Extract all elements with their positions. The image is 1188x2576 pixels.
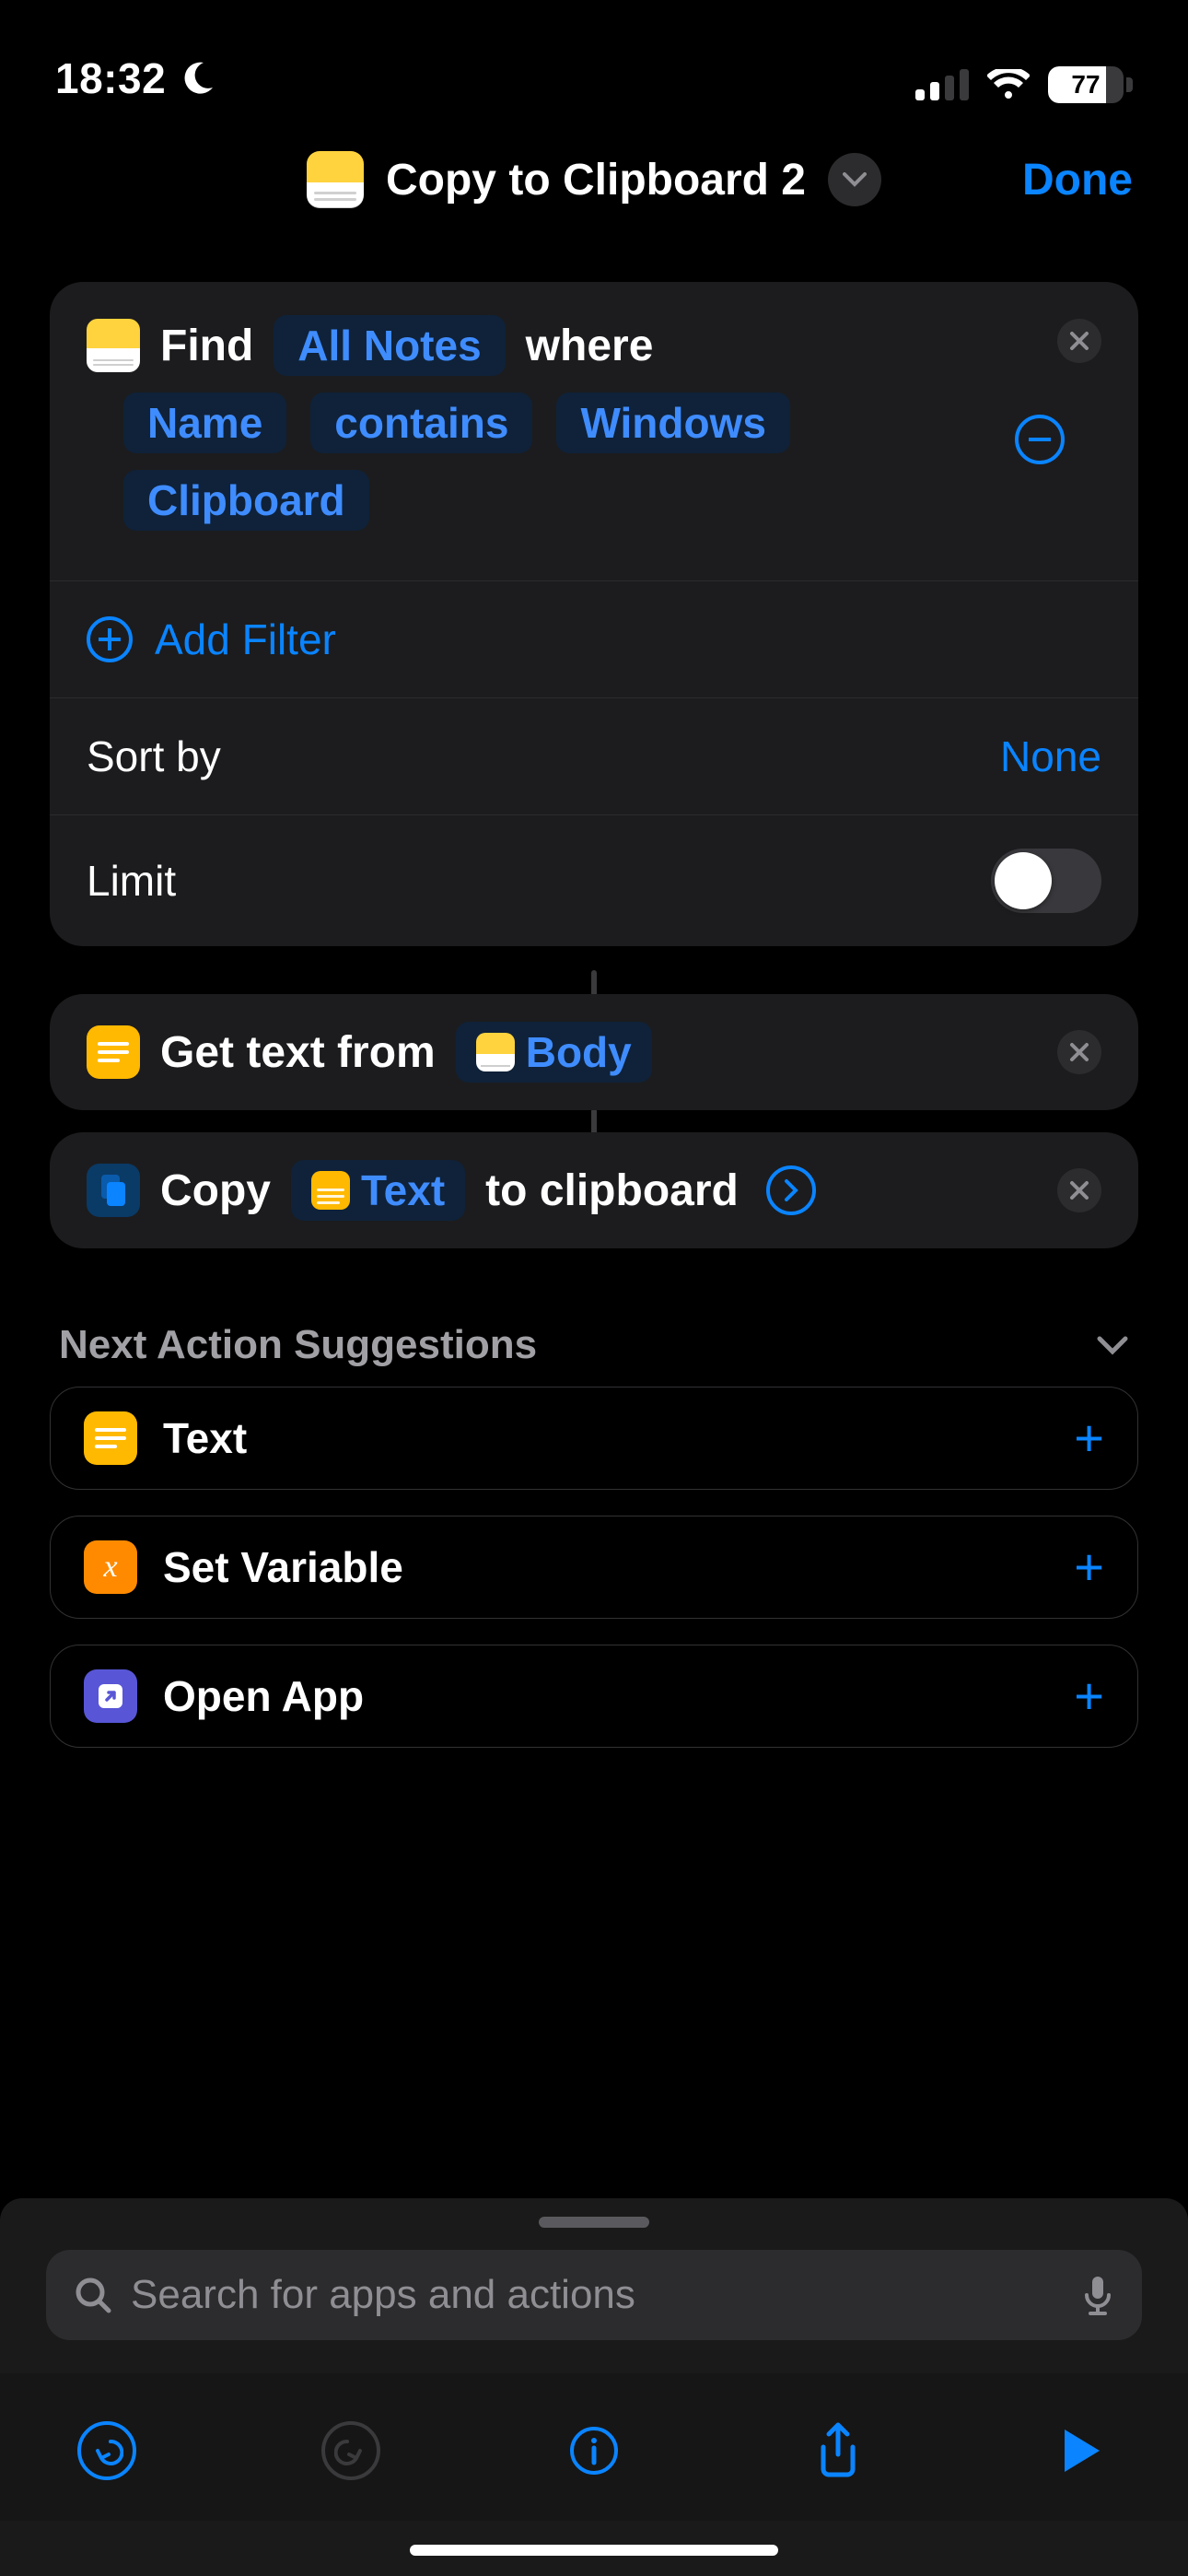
battery-icon: 77 (1048, 66, 1133, 103)
show-more-button[interactable] (766, 1165, 816, 1215)
sheet-grabber[interactable] (539, 2217, 649, 2228)
limit-label: Limit (87, 856, 176, 906)
plus-circle-icon (87, 616, 133, 662)
delete-action-button[interactable] (1057, 1168, 1101, 1212)
chevron-right-icon (784, 1178, 798, 1202)
text-action-icon (84, 1411, 137, 1465)
copy-verb: Copy (160, 1165, 271, 1216)
close-icon (1069, 1042, 1089, 1062)
run-button[interactable] (1048, 2418, 1114, 2484)
share-icon (814, 2421, 862, 2480)
wifi-icon (987, 69, 1030, 100)
play-icon (1059, 2426, 1103, 2476)
suggestion-text[interactable]: Text + (50, 1387, 1138, 1490)
open-app-action-icon (84, 1669, 137, 1723)
suggestions-header[interactable]: Next Action Suggestions (50, 1248, 1138, 1387)
info-icon (568, 2425, 620, 2476)
get-text-action[interactable]: Get text from Body (50, 994, 1138, 1110)
info-button[interactable] (561, 2418, 627, 2484)
copy-variable-token[interactable]: Text (291, 1160, 465, 1221)
title-menu-button[interactable] (828, 153, 881, 206)
cellular-icon (915, 69, 969, 100)
find-verb: Find (160, 321, 253, 371)
filter-condition-token[interactable]: contains (310, 392, 532, 453)
close-icon (1069, 331, 1089, 351)
copy-suffix: to clipboard (485, 1165, 739, 1216)
limit-toggle[interactable] (991, 849, 1101, 913)
done-button[interactable]: Done (1022, 155, 1133, 205)
filter-value-token[interactable]: Clipboard (123, 470, 369, 531)
delete-action-button[interactable] (1057, 1030, 1101, 1074)
notes-app-icon (307, 151, 364, 208)
clipboard-action-icon (87, 1164, 140, 1217)
redo-icon (334, 2434, 367, 2467)
limit-row: Limit (50, 814, 1138, 946)
suggestion-label: Text (163, 1413, 1048, 1463)
suggestions-title: Next Action Suggestions (59, 1322, 1096, 1368)
redo-button (318, 2418, 384, 2484)
suggestion-open-app[interactable]: Open App + (50, 1645, 1138, 1748)
notes-app-icon (476, 1033, 515, 1071)
text-icon (311, 1171, 350, 1210)
suggestion-label: Open App (163, 1671, 1048, 1721)
add-filter-button[interactable]: Add Filter (50, 580, 1138, 697)
share-button[interactable] (805, 2418, 871, 2484)
status-bar: 18:32 77 (0, 0, 1188, 120)
page-title: Copy to Clipboard 2 (386, 155, 806, 205)
find-notes-action[interactable]: Find All Notes where Name contains Windo… (50, 282, 1138, 946)
get-text-prefix: Get text from (160, 1027, 436, 1078)
home-indicator[interactable] (410, 2545, 778, 2556)
search-placeholder: Search for apps and actions (131, 2272, 1063, 2318)
add-filter-label: Add Filter (155, 615, 336, 664)
chevron-down-icon (843, 172, 867, 187)
close-icon (1069, 1180, 1089, 1200)
do-not-disturb-icon (179, 60, 215, 97)
undo-icon (90, 2434, 123, 2467)
bottom-toolbar (0, 2373, 1188, 2521)
variable-action-icon: x (84, 1540, 137, 1594)
notes-app-icon (87, 319, 140, 372)
suggestion-set-variable[interactable]: x Set Variable + (50, 1516, 1138, 1619)
search-icon (74, 2276, 112, 2314)
filter-value-token[interactable]: Windows (556, 392, 789, 453)
sort-by-label: Sort by (87, 732, 221, 781)
remove-filter-button[interactable] (1015, 415, 1065, 464)
chevron-down-icon (1096, 1335, 1129, 1355)
status-time: 18:32 (55, 53, 166, 103)
minus-icon (1029, 438, 1051, 441)
mic-icon[interactable] (1081, 2273, 1114, 2317)
get-text-variable-token[interactable]: Body (456, 1022, 652, 1083)
copy-clipboard-action[interactable]: Copy Text to clipboard (50, 1132, 1138, 1248)
shortcut-title-button[interactable]: Copy to Clipboard 2 (307, 151, 881, 208)
sort-by-row[interactable]: Sort by None (50, 697, 1138, 814)
undo-button[interactable] (74, 2418, 140, 2484)
search-input[interactable]: Search for apps and actions (46, 2250, 1142, 2340)
sort-by-value[interactable]: None (1000, 732, 1101, 781)
nav-bar: Copy to Clipboard 2 Done (0, 120, 1188, 240)
text-action-icon (87, 1025, 140, 1079)
delete-action-button[interactable] (1057, 319, 1101, 363)
find-source-token[interactable]: All Notes (274, 315, 505, 376)
find-where: where (526, 321, 654, 371)
suggestion-label: Set Variable (163, 1542, 1048, 1592)
filter-field-token[interactable]: Name (123, 392, 286, 453)
bottom-panel: Search for apps and actions (0, 2198, 1188, 2576)
